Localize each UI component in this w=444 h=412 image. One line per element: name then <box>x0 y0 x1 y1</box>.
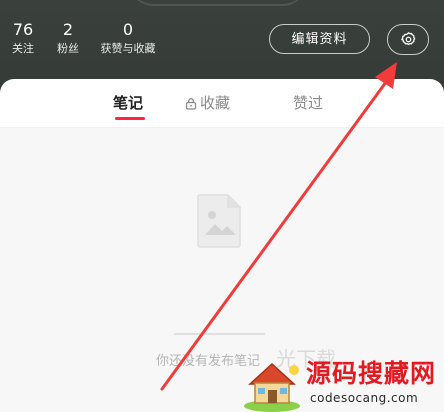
stat-following-count: 76 <box>12 20 34 39</box>
tab-notes-label: 笔记 <box>113 94 144 112</box>
profile-tabs: 笔记 收藏 赞过 <box>0 79 444 128</box>
watermark-subtitle: codesocang.com <box>310 391 419 405</box>
active-tab-indicator <box>115 117 145 120</box>
stat-likes[interactable]: 0 获赞与收藏 <box>92 20 164 56</box>
tab-liked-label: 赞过 <box>293 94 324 112</box>
watermark-title: 源码搜藏网 <box>306 359 437 388</box>
stat-likes-label: 获赞与收藏 <box>100 42 156 55</box>
edit-profile-button[interactable]: 编辑资料 <box>269 24 370 54</box>
stat-followers[interactable]: 2 粉丝 <box>51 20 85 56</box>
house-logo-icon <box>244 362 300 412</box>
lock-icon <box>185 98 197 110</box>
stat-following[interactable]: 76 关注 <box>8 20 38 56</box>
tab-collections[interactable]: 收藏 <box>185 92 230 114</box>
tab-liked[interactable]: 赞过 <box>293 92 323 114</box>
settings-button[interactable] <box>387 24 429 55</box>
profile-screen: 76 关注 2 粉丝 0 获赞与收藏 编辑资料 笔记 收藏 赞过 你还没有发布笔… <box>0 0 444 412</box>
tab-collections-label: 收藏 <box>200 94 231 112</box>
empty-note-icon <box>197 194 241 248</box>
watermark-logo: 源码搜藏网 codesocang.com <box>242 358 444 412</box>
stat-following-label: 关注 <box>12 42 34 55</box>
empty-divider <box>174 333 265 335</box>
stat-followers-count: 2 <box>62 20 74 39</box>
tab-notes[interactable]: 笔记 <box>113 92 145 120</box>
header-decoration <box>128 0 308 6</box>
stat-followers-label: 粉丝 <box>57 42 79 55</box>
stat-likes-count: 0 <box>122 20 134 39</box>
gear-icon <box>401 32 416 46</box>
